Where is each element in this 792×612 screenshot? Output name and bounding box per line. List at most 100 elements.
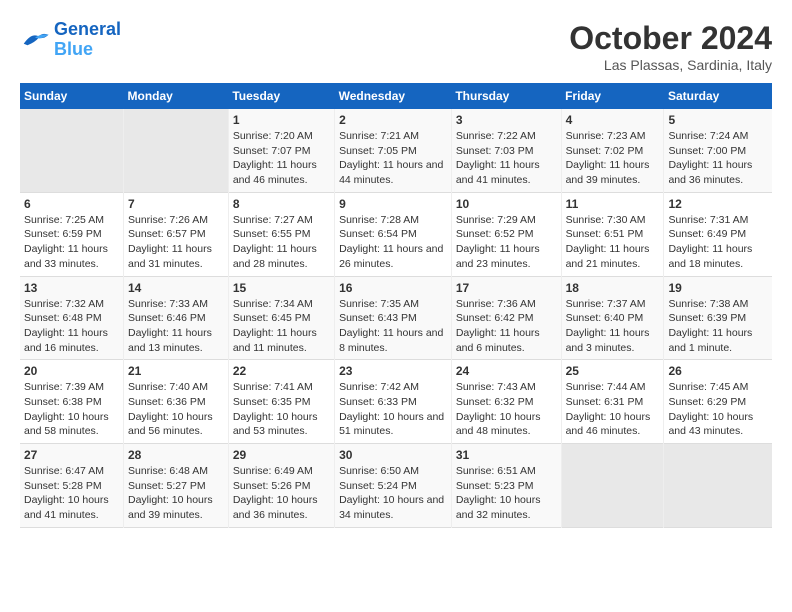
day-info: Sunrise: 6:48 AM Sunset: 5:27 PM Dayligh… [128, 464, 224, 523]
day-info: Sunrise: 7:42 AM Sunset: 6:33 PM Dayligh… [339, 380, 447, 439]
day-info: Sunrise: 7:25 AM Sunset: 6:59 PM Dayligh… [24, 213, 119, 272]
day-info: Sunrise: 7:43 AM Sunset: 6:32 PM Dayligh… [456, 380, 557, 439]
day-number: 24 [456, 364, 557, 378]
calendar-cell: 21 Sunrise: 7:40 AM Sunset: 6:36 PM Dayli… [124, 360, 229, 444]
calendar-cell: 2 Sunrise: 7:21 AM Sunset: 7:05 PM Daylig… [335, 109, 452, 192]
day-info: Sunrise: 7:28 AM Sunset: 6:54 PM Dayligh… [339, 213, 447, 272]
day-number: 8 [233, 197, 330, 211]
calendar-cell: 13 Sunrise: 7:32 AM Sunset: 6:48 PM Dayli… [20, 276, 124, 360]
week-row-1: 1 Sunrise: 7:20 AM Sunset: 7:07 PM Daylig… [20, 109, 772, 192]
day-number: 20 [24, 364, 119, 378]
calendar-cell: 7Sunrise: 7:26 AM Sunset: 6:57 PM Daylig… [124, 192, 229, 276]
title-block: October 2024 Las Plassas, Sardinia, Ital… [569, 20, 772, 73]
calendar-cell: 25 Sunrise: 7:44 AM Sunset: 6:31 PM Dayli… [561, 360, 664, 444]
calendar-cell: 11 Sunrise: 7:30 AM Sunset: 6:51 PM Dayli… [561, 192, 664, 276]
day-number: 5 [668, 113, 768, 127]
month-title: October 2024 [569, 20, 772, 57]
day-info: Sunrise: 7:31 AM Sunset: 6:49 PM Dayligh… [668, 213, 768, 272]
calendar-cell: 8 Sunrise: 7:27 AM Sunset: 6:55 PM Daylig… [228, 192, 334, 276]
calendar-cell: 29Sunrise: 6:49 AM Sunset: 5:26 PM Dayli… [228, 444, 334, 528]
day-number: 25 [566, 364, 660, 378]
day-info: Sunrise: 7:45 AM Sunset: 6:29 PM Dayligh… [668, 380, 768, 439]
calendar-cell [561, 444, 664, 528]
day-number: 21 [128, 364, 224, 378]
calendar-cell: 6Sunrise: 7:25 AM Sunset: 6:59 PM Daylig… [20, 192, 124, 276]
day-info: Sunrise: 7:39 AM Sunset: 6:38 PM Dayligh… [24, 380, 119, 439]
day-info: Sunrise: 7:30 AM Sunset: 6:51 PM Dayligh… [566, 213, 660, 272]
day-number: 13 [24, 281, 119, 295]
calendar-cell: 5 Sunrise: 7:24 AM Sunset: 7:00 PM Daylig… [664, 109, 772, 192]
calendar-cell: 4Sunrise: 7:23 AM Sunset: 7:02 PM Daylig… [561, 109, 664, 192]
day-number: 18 [566, 281, 660, 295]
day-number: 12 [668, 197, 768, 211]
calendar-cell: 17 Sunrise: 7:36 AM Sunset: 6:42 PM Dayli… [451, 276, 561, 360]
day-number: 26 [668, 364, 768, 378]
day-number: 11 [566, 197, 660, 211]
day-info: Sunrise: 6:50 AM Sunset: 5:24 PM Dayligh… [339, 464, 447, 523]
calendar-cell: 14Sunrise: 7:33 AM Sunset: 6:46 PM Dayli… [124, 276, 229, 360]
calendar-cell: 26 Sunrise: 7:45 AM Sunset: 6:29 PM Dayli… [664, 360, 772, 444]
logo: GeneralBlue [20, 20, 121, 60]
header-day-monday: Monday [124, 83, 229, 109]
day-number: 2 [339, 113, 447, 127]
day-info: Sunrise: 7:36 AM Sunset: 6:42 PM Dayligh… [456, 297, 557, 356]
day-number: 14 [128, 281, 224, 295]
calendar-table: SundayMondayTuesdayWednesdayThursdayFrid… [20, 83, 772, 528]
day-number: 3 [456, 113, 557, 127]
calendar-cell: 18 Sunrise: 7:37 AM Sunset: 6:40 PM Dayli… [561, 276, 664, 360]
page-header: GeneralBlue October 2024 Las Plassas, Sa… [20, 20, 772, 73]
day-info: Sunrise: 7:23 AM Sunset: 7:02 PM Dayligh… [566, 129, 660, 188]
calendar-cell [664, 444, 772, 528]
calendar-cell: 27Sunrise: 6:47 AM Sunset: 5:28 PM Dayli… [20, 444, 124, 528]
header-day-wednesday: Wednesday [335, 83, 452, 109]
day-info: Sunrise: 7:35 AM Sunset: 6:43 PM Dayligh… [339, 297, 447, 356]
calendar-cell: 19 Sunrise: 7:38 AM Sunset: 6:39 PM Dayli… [664, 276, 772, 360]
day-info: Sunrise: 7:27 AM Sunset: 6:55 PM Dayligh… [233, 213, 330, 272]
calendar-cell: 31Sunrise: 6:51 AM Sunset: 5:23 PM Dayli… [451, 444, 561, 528]
week-row-2: 6Sunrise: 7:25 AM Sunset: 6:59 PM Daylig… [20, 192, 772, 276]
day-info: Sunrise: 7:20 AM Sunset: 7:07 PM Dayligh… [233, 129, 330, 188]
day-info: Sunrise: 7:24 AM Sunset: 7:00 PM Dayligh… [668, 129, 768, 188]
header-row: SundayMondayTuesdayWednesdayThursdayFrid… [20, 83, 772, 109]
calendar-cell: 10 Sunrise: 7:29 AM Sunset: 6:52 PM Dayli… [451, 192, 561, 276]
day-info: Sunrise: 7:37 AM Sunset: 6:40 PM Dayligh… [566, 297, 660, 356]
day-info: Sunrise: 7:40 AM Sunset: 6:36 PM Dayligh… [128, 380, 224, 439]
week-row-4: 20 Sunrise: 7:39 AM Sunset: 6:38 PM Dayli… [20, 360, 772, 444]
day-number: 9 [339, 197, 447, 211]
calendar-cell: 24 Sunrise: 7:43 AM Sunset: 6:32 PM Dayli… [451, 360, 561, 444]
day-number: 10 [456, 197, 557, 211]
logo-bird-icon [20, 28, 50, 52]
day-info: Sunrise: 7:21 AM Sunset: 7:05 PM Dayligh… [339, 129, 447, 188]
week-row-5: 27Sunrise: 6:47 AM Sunset: 5:28 PM Dayli… [20, 444, 772, 528]
header-day-thursday: Thursday [451, 83, 561, 109]
day-info: Sunrise: 7:32 AM Sunset: 6:48 PM Dayligh… [24, 297, 119, 356]
day-number: 1 [233, 113, 330, 127]
header-day-friday: Friday [561, 83, 664, 109]
day-number: 28 [128, 448, 224, 462]
calendar-cell: 20 Sunrise: 7:39 AM Sunset: 6:38 PM Dayli… [20, 360, 124, 444]
calendar-cell: 15Sunrise: 7:34 AM Sunset: 6:45 PM Dayli… [228, 276, 334, 360]
day-info: Sunrise: 7:41 AM Sunset: 6:35 PM Dayligh… [233, 380, 330, 439]
day-number: 22 [233, 364, 330, 378]
calendar-cell [124, 109, 229, 192]
day-number: 15 [233, 281, 330, 295]
day-number: 19 [668, 281, 768, 295]
day-number: 27 [24, 448, 119, 462]
calendar-cell: 9 Sunrise: 7:28 AM Sunset: 6:54 PM Daylig… [335, 192, 452, 276]
day-info: Sunrise: 7:22 AM Sunset: 7:03 PM Dayligh… [456, 129, 557, 188]
calendar-cell: 1 Sunrise: 7:20 AM Sunset: 7:07 PM Daylig… [228, 109, 334, 192]
day-info: Sunrise: 7:44 AM Sunset: 6:31 PM Dayligh… [566, 380, 660, 439]
day-number: 17 [456, 281, 557, 295]
calendar-cell: 12 Sunrise: 7:31 AM Sunset: 6:49 PM Dayli… [664, 192, 772, 276]
calendar-cell: 23Sunrise: 7:42 AM Sunset: 6:33 PM Dayli… [335, 360, 452, 444]
calendar-cell: 22 Sunrise: 7:41 AM Sunset: 6:35 PM Dayli… [228, 360, 334, 444]
calendar-cell: 30 Sunrise: 6:50 AM Sunset: 5:24 PM Dayli… [335, 444, 452, 528]
day-number: 30 [339, 448, 447, 462]
header-day-tuesday: Tuesday [228, 83, 334, 109]
day-number: 31 [456, 448, 557, 462]
day-info: Sunrise: 7:38 AM Sunset: 6:39 PM Dayligh… [668, 297, 768, 356]
week-row-3: 13 Sunrise: 7:32 AM Sunset: 6:48 PM Dayli… [20, 276, 772, 360]
calendar-cell: 16Sunrise: 7:35 AM Sunset: 6:43 PM Dayli… [335, 276, 452, 360]
day-info: Sunrise: 7:29 AM Sunset: 6:52 PM Dayligh… [456, 213, 557, 272]
location: Las Plassas, Sardinia, Italy [569, 57, 772, 73]
